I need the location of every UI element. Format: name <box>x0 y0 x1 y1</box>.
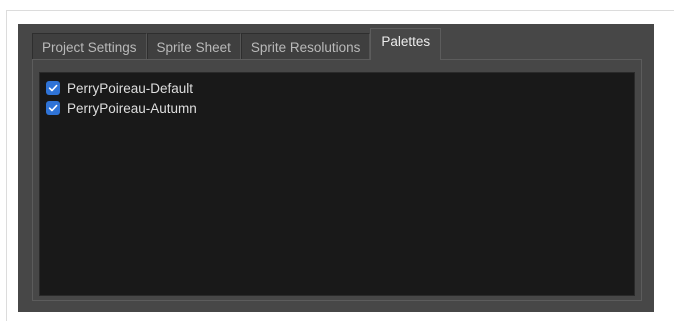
palette-list[interactable]: PerryPoireau-Default PerryPoireau-Autumn <box>39 72 635 296</box>
tab-label: Sprite Resolutions <box>250 39 361 55</box>
tab-bar: Project Settings Sprite Sheet Sprite Res… <box>32 28 442 60</box>
tab-project-settings[interactable]: Project Settings <box>32 33 147 60</box>
tab-sprite-sheet[interactable]: Sprite Sheet <box>146 33 241 60</box>
checkmark-icon <box>48 104 58 112</box>
palette-checkbox[interactable] <box>46 81 60 95</box>
checkmark-icon <box>48 84 58 92</box>
tab-label: Palettes <box>381 34 431 49</box>
palette-name: PerryPoireau-Autumn <box>67 100 197 116</box>
palette-name: PerryPoireau-Default <box>67 80 194 96</box>
export-settings-dialog: Project Settings Sprite Sheet Sprite Res… <box>18 24 654 312</box>
tab-palettes[interactable]: Palettes <box>370 28 442 60</box>
list-item[interactable]: PerryPoireau-Autumn <box>40 98 634 118</box>
list-item[interactable]: PerryPoireau-Default <box>40 78 634 98</box>
palettes-panel: PerryPoireau-Default PerryPoireau-Autumn <box>32 59 642 301</box>
tab-label: Sprite Sheet <box>156 39 231 55</box>
tab-sprite-resolutions[interactable]: Sprite Resolutions <box>240 33 371 60</box>
tab-label: Project Settings <box>42 39 137 55</box>
palette-checkbox[interactable] <box>46 101 60 115</box>
